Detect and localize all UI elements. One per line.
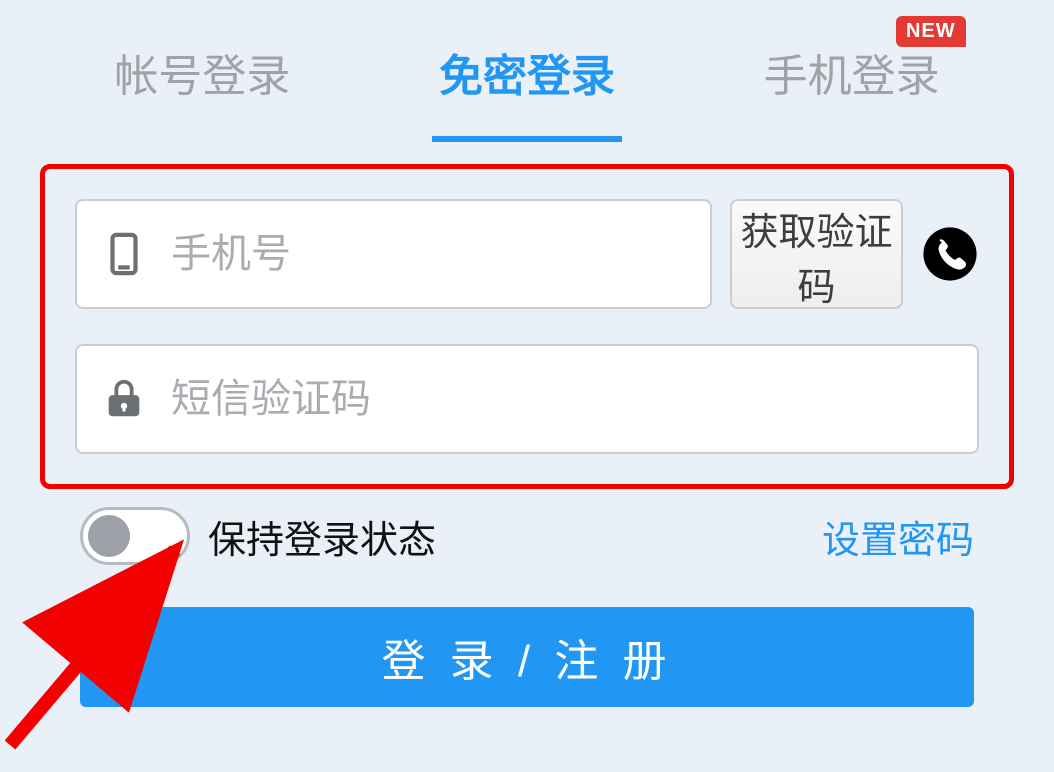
sms-code-input-box[interactable] [75, 344, 979, 454]
tab-mobile-label: 手机登录 [764, 52, 940, 101]
phone-input[interactable] [171, 232, 686, 277]
login-register-button[interactable]: 登 录 / 注 册 [80, 607, 974, 707]
phone-icon [101, 231, 147, 277]
new-badge: NEW [896, 16, 966, 47]
keep-login-label: 保持登录状态 [208, 509, 436, 564]
options-row: 保持登录状态 设置密码 [40, 489, 1014, 595]
set-password-link[interactable]: 设置密码 [822, 509, 974, 564]
login-tabs: 帐号登录 免密登录 手机登录 NEW [40, 20, 1014, 124]
phone-input-box[interactable] [75, 199, 712, 309]
tab-mobile-login[interactable]: 手机登录 NEW [754, 20, 950, 124]
toggle-knob [88, 515, 130, 557]
voice-call-icon[interactable] [921, 225, 979, 283]
highlighted-form-area: 获取验证码 [40, 164, 1014, 489]
tab-account-login[interactable]: 帐号登录 [104, 20, 300, 124]
get-code-button[interactable]: 获取验证码 [730, 199, 903, 309]
keep-login-option: 保持登录状态 [80, 507, 436, 565]
sms-code-input[interactable] [171, 377, 953, 422]
keep-login-toggle[interactable] [80, 507, 190, 565]
tab-passwordless-login[interactable]: 免密登录 [429, 20, 625, 124]
lock-icon [101, 376, 147, 422]
